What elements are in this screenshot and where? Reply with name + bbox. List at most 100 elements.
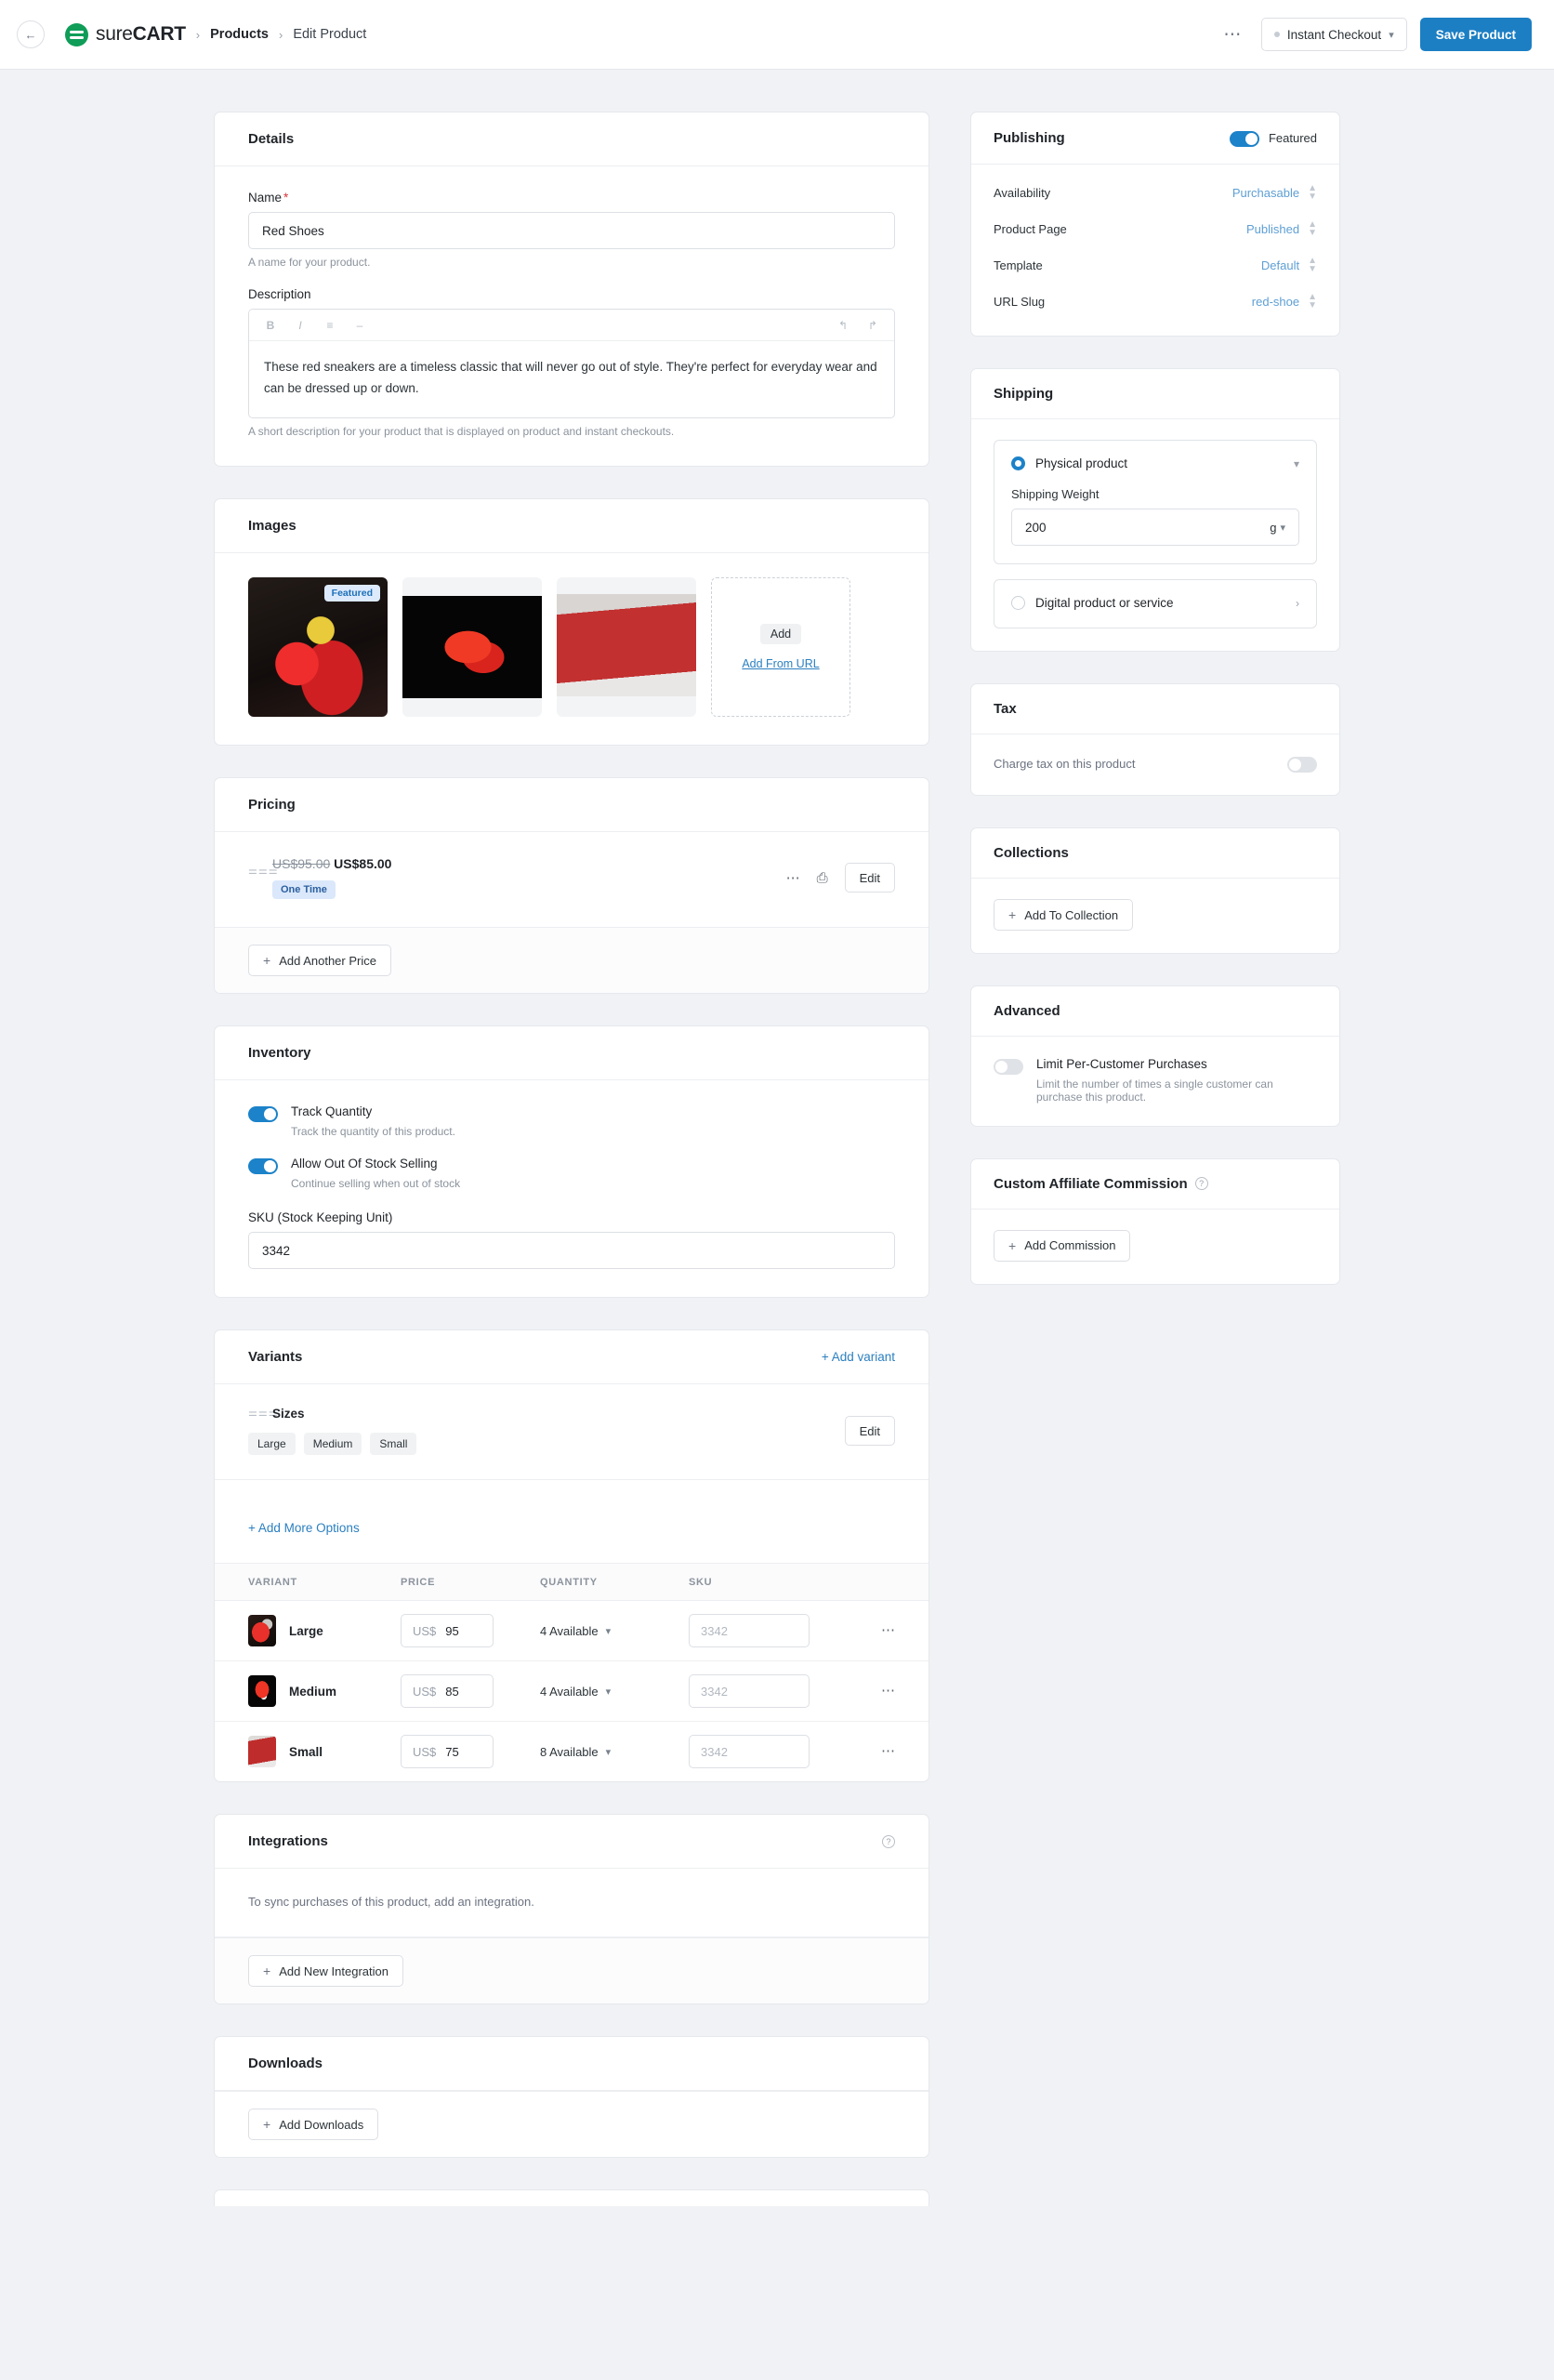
add-downloads-button[interactable]: + Add Downloads: [248, 2109, 379, 2141]
availability-value: Purchasable: [1231, 186, 1300, 200]
duplicate-icon[interactable]: ⎙: [817, 871, 828, 885]
question-mark-icon[interactable]: ?: [1194, 1177, 1208, 1191]
downloads-title: Downloads: [248, 2056, 323, 2072]
chevron-down-icon: ▾: [605, 1686, 612, 1698]
breadcrumb-products[interactable]: Products: [210, 27, 269, 42]
charge-tax-toggle[interactable]: [1287, 757, 1317, 773]
add-commission-label: Add Commission: [1024, 1238, 1116, 1253]
price-cell: US$ 95: [401, 1600, 540, 1662]
variant-quantity-select[interactable]: 8 Available ▾: [540, 1745, 689, 1759]
price-type-badge: One Time: [272, 880, 336, 900]
save-product-button[interactable]: Save Product: [1419, 18, 1532, 51]
variant-quantity-select[interactable]: 4 Available ▾: [540, 1685, 689, 1699]
track-quantity-toggle[interactable]: [248, 1106, 278, 1123]
product-page-select[interactable]: Published ▲ ▼: [1246, 219, 1317, 238]
allow-oos-texts: Allow Out Of Stock Selling Continue sell…: [291, 1157, 460, 1190]
variant-price-input[interactable]: US$ 75: [401, 1735, 494, 1769]
description-editor[interactable]: B I ≡ – ↰ ↱ These red sneakers are a tim…: [248, 309, 895, 419]
col-variant: VARIANT: [215, 1564, 401, 1602]
ellipsis-icon[interactable]: ⋯: [881, 1743, 895, 1759]
variant-sku-input[interactable]: 3342: [689, 1614, 810, 1648]
quantity-cell: 4 Available ▾: [540, 1600, 689, 1662]
integrations-empty-text: To sync purchases of this product, add a…: [248, 1895, 534, 1910]
chevron-updown-icon: ▲ ▼: [1308, 219, 1317, 238]
featured-label: Featured: [1268, 131, 1317, 145]
sku-input[interactable]: 3342: [248, 1232, 895, 1270]
physical-product-option[interactable]: Physical product ▾ Shipping Weight 200 g…: [994, 440, 1317, 564]
shipping-weight-label: Shipping Weight: [1011, 487, 1100, 501]
redo-icon[interactable]: ↱: [861, 314, 885, 337]
back-arrow-icon[interactable]: ←: [17, 20, 45, 48]
product-image-1[interactable]: Featured: [248, 577, 388, 718]
italic-icon[interactable]: I: [288, 314, 312, 337]
radio-unselected-icon[interactable]: [1011, 596, 1025, 610]
product-image-2[interactable]: [402, 577, 542, 718]
pricing-body: ⚌⚌⚌ US$95.00 US$85.00 One Time ⋯ ⎙ Edit: [215, 832, 928, 927]
bold-icon[interactable]: B: [258, 314, 283, 337]
add-new-integration-button[interactable]: + Add New Integration: [248, 1955, 403, 1988]
name-input[interactable]: Red Shoes: [248, 212, 895, 249]
variant-sku-input[interactable]: 3342: [689, 1735, 810, 1769]
availability-select[interactable]: Purchasable ▲ ▼: [1231, 184, 1317, 202]
add-another-price-button[interactable]: + Add Another Price: [248, 945, 391, 977]
pricing-card: Pricing ⚌⚌⚌ US$95.00 US$85.00 One Time ⋯…: [214, 777, 929, 995]
template-select[interactable]: Default ▲ ▼: [1261, 257, 1317, 274]
variant-name-wrap: Small: [248, 1736, 401, 1768]
variant-quantity-select[interactable]: 4 Available ▾: [540, 1624, 689, 1638]
ellipsis-icon[interactable]: ⋯: [881, 1622, 895, 1638]
col-sku: SKU: [689, 1564, 837, 1602]
side-column: Publishing Featured Availability Purchas…: [970, 112, 1340, 1316]
price-row: ⚌⚌⚌ US$95.00 US$85.00 One Time ⋯ ⎙ Edit: [248, 856, 895, 900]
drag-handle-icon[interactable]: ⚌⚌⚌: [248, 866, 278, 878]
price-old-value: US$95.00: [272, 856, 331, 872]
weight-unit-select[interactable]: g ▾: [1270, 521, 1285, 535]
ellipsis-icon[interactable]: ⋯: [786, 871, 800, 885]
sku-cell: 3342: [689, 1660, 837, 1723]
brand-sure: sure: [96, 23, 133, 45]
affiliate-title: Custom Affiliate Commission: [994, 1175, 1188, 1192]
limit-per-customer-toggle[interactable]: [994, 1059, 1023, 1075]
variant-price-input[interactable]: US$ 95: [401, 1614, 494, 1648]
digital-product-option[interactable]: Digital product or service ›: [994, 579, 1317, 628]
link-icon[interactable]: –: [348, 314, 372, 337]
surecart-logo[interactable]: sureCART: [65, 22, 186, 46]
description-help-text: A short description for your product tha…: [248, 425, 675, 439]
add-more-options-link[interactable]: + Add More Options: [248, 1521, 895, 1535]
variant-sku-input[interactable]: 3342: [689, 1674, 810, 1709]
featured-toggle[interactable]: [1229, 131, 1259, 147]
edit-variant-group-button[interactable]: Edit: [844, 1416, 895, 1447]
add-image-button[interactable]: Add: [759, 624, 802, 645]
question-mark-icon[interactable]: ?: [882, 1834, 895, 1848]
edit-price-button[interactable]: Edit: [844, 863, 895, 893]
undo-icon[interactable]: ↰: [831, 314, 855, 337]
product-image-3[interactable]: [557, 577, 696, 718]
instant-checkout-button[interactable]: Instant Checkout ▾: [1260, 18, 1407, 51]
variant-group-actions: Edit: [844, 1416, 895, 1447]
drag-handle-icon[interactable]: ⚌⚌⚌: [248, 1408, 278, 1420]
price-new-value: US$85.00: [334, 856, 392, 872]
allow-out-of-stock-toggle[interactable]: [248, 1158, 278, 1175]
variant-name: Medium: [289, 1684, 337, 1699]
weight-unit-value: g: [1270, 520, 1277, 535]
add-image-tile[interactable]: Add Add From URL: [711, 577, 850, 718]
radio-selected-icon[interactable]: [1011, 456, 1025, 470]
table-row: Medium US$ 85 4 Available ▾ 3342 ⋯: [215, 1660, 928, 1723]
charge-tax-label: Charge tax on this product: [994, 757, 1136, 771]
add-variant-link[interactable]: + Add variant: [822, 1350, 895, 1364]
description-text[interactable]: These red sneakers are a timeless classi…: [249, 341, 894, 417]
actions-cell: ⋯: [837, 1660, 928, 1723]
list-icon[interactable]: ≡: [318, 314, 342, 337]
add-commission-button[interactable]: + Add Commission: [994, 1229, 1131, 1262]
shipping-weight-input[interactable]: 200 g ▾: [1011, 509, 1299, 546]
ellipsis-icon[interactable]: ⋯: [1218, 26, 1248, 44]
variant-sku-placeholder: 3342: [701, 1623, 728, 1638]
add-to-collection-button[interactable]: + Add To Collection: [994, 899, 1134, 931]
images-body: Featured Add Add From URL: [215, 553, 928, 745]
ellipsis-icon[interactable]: ⋯: [881, 1683, 895, 1699]
url-slug-select[interactable]: red-shoe ▲ ▼: [1252, 293, 1317, 311]
allow-oos-label: Allow Out Of Stock Selling: [291, 1157, 438, 1171]
add-from-url-link[interactable]: Add From URL: [742, 657, 819, 670]
chevron-down-icon: ▾: [605, 1746, 612, 1758]
physical-product-label: Physical product: [1035, 456, 1128, 470]
variant-price-input[interactable]: US$ 85: [401, 1674, 494, 1709]
